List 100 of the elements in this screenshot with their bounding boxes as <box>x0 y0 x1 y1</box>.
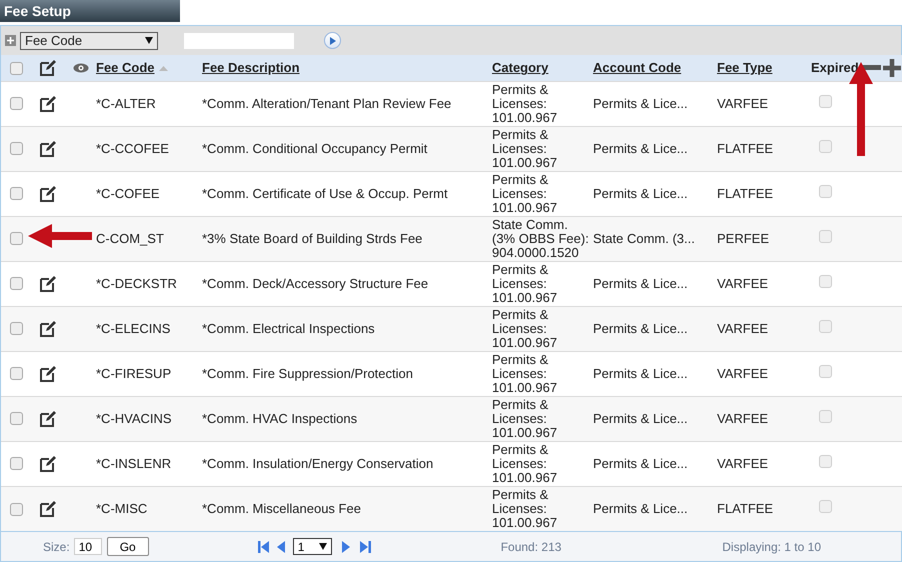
table-cell: Permits & Licenses: 101.00.967 <box>492 171 593 216</box>
expand-icon[interactable] <box>5 35 16 46</box>
row-checkbox[interactable] <box>10 502 23 516</box>
table-cell: Permits & Licenses: 101.00.967 <box>492 126 593 172</box>
go-icon[interactable] <box>324 32 341 50</box>
filter-dropdown[interactable]: Fee Code <box>20 32 158 50</box>
table-cell: PERFEE <box>717 216 801 262</box>
table-cell: *C-INSLENR <box>96 441 202 486</box>
edit-icon[interactable] <box>39 364 57 383</box>
sort-icon[interactable] <box>158 66 168 71</box>
table-cell: *C-COFEE <box>96 171 202 216</box>
panel-title: Fee Setup <box>0 0 180 22</box>
expired-checkbox[interactable] <box>819 140 832 153</box>
table-cell: FLATFEE <box>717 486 801 532</box>
last-page-icon[interactable] <box>360 540 371 553</box>
size-field[interactable]: 10 <box>74 538 102 556</box>
edit-icon[interactable] <box>39 184 57 203</box>
row-checkbox[interactable] <box>10 232 23 246</box>
table-cell: *Comm. Miscellaneous Fee <box>202 486 492 532</box>
table-cell: *Comm. Alteration/Tenant Plan Review Fee <box>202 81 492 126</box>
edit-icon[interactable] <box>39 59 57 78</box>
row-checkbox[interactable] <box>10 457 23 470</box>
first-page-icon[interactable] <box>258 540 269 553</box>
table-cell: *C-ELECINS <box>96 306 202 352</box>
table-cell: Permits & Lice... <box>593 126 717 172</box>
row-checkbox[interactable] <box>10 277 23 290</box>
column-header-link[interactable]: Fee Description <box>202 58 300 78</box>
table-cell: VARFEE <box>717 81 801 126</box>
go-button[interactable]: Go <box>106 537 149 556</box>
table-cell: C-COM_ST <box>96 216 202 262</box>
column-header-link[interactable]: Fee Code <box>96 58 155 78</box>
column-header-link[interactable]: Account Code <box>593 58 682 78</box>
edit-icon[interactable] <box>39 410 57 428</box>
expired-checkbox[interactable] <box>819 500 832 513</box>
table-cell: Permits & Lice... <box>593 171 717 216</box>
table-cell: State Comm. (3% OBBS Fee): 904.0000.1520 <box>492 216 593 262</box>
table-cell: *Comm. Electrical Inspections <box>202 306 492 352</box>
expired-checkbox[interactable] <box>819 274 832 288</box>
view-icon[interactable] <box>73 63 89 74</box>
table-cell: Permits & Licenses: 101.00.967 <box>492 351 593 396</box>
edit-icon[interactable] <box>39 500 57 518</box>
edit-icon[interactable] <box>39 140 57 158</box>
table-cell: VARFEE <box>717 396 801 442</box>
caret-icon <box>145 37 153 44</box>
table-cell: Permits & Lice... <box>593 486 717 532</box>
table-cell: Permits & Licenses: 101.00.967 <box>492 306 593 352</box>
expired-checkbox[interactable] <box>819 410 832 423</box>
size-label: Size: <box>43 538 70 556</box>
row-checkbox[interactable] <box>10 97 23 110</box>
search-field[interactable] <box>184 32 294 49</box>
edit-icon[interactable] <box>39 94 57 113</box>
caret-icon <box>318 543 327 550</box>
table-cell: VARFEE <box>717 306 801 352</box>
column-header-link[interactable]: Category <box>492 58 548 78</box>
plus-icon[interactable] <box>882 59 901 78</box>
table-cell: Permits & Lice... <box>593 441 717 486</box>
table-cell: *C-CCOFEE <box>96 126 202 172</box>
table-cell: *C-FIRESUP <box>96 351 202 396</box>
edit-icon[interactable] <box>39 320 57 338</box>
edit-icon[interactable] <box>39 454 57 473</box>
table-cell: *Comm. Fire Suppression/Protection <box>202 351 492 396</box>
table-cell: *C-ALTER <box>96 81 202 126</box>
table-cell: *3% State Board of Building Strds Fee <box>202 216 492 262</box>
previous-page-icon[interactable] <box>276 540 285 553</box>
table-cell: VARFEE <box>717 441 801 486</box>
table-cell: *Comm. Certificate of Use & Occup. Permt <box>202 171 492 216</box>
arrow-drawing <box>28 224 92 248</box>
expired-checkbox[interactable] <box>819 94 832 108</box>
table-cell: State Comm. (3... <box>593 216 717 262</box>
table-cell: Permits & Licenses: 101.00.967 <box>492 81 593 126</box>
table-cell: Permits & Licenses: 101.00.967 <box>492 441 593 486</box>
table-cell: Permits & Lice... <box>593 306 717 352</box>
expired-checkbox[interactable] <box>819 320 832 333</box>
table-cell: *Comm. Insulation/Energy Conservation <box>202 441 492 486</box>
expired-checkbox[interactable] <box>819 454 832 468</box>
table-cell: Permits & Lice... <box>593 351 717 396</box>
row-checkbox[interactable] <box>10 412 23 426</box>
table-cell: VARFEE <box>717 351 801 396</box>
table-cell: *C-MISC <box>96 486 202 532</box>
expired-checkbox[interactable] <box>819 230 832 243</box>
table-cell: FLATFEE <box>717 126 801 172</box>
row-checkbox[interactable] <box>10 367 23 380</box>
row-checkbox[interactable] <box>10 142 23 156</box>
table-cell: Permits & Lice... <box>593 81 717 126</box>
table-cell: Permits & Lice... <box>593 396 717 442</box>
table-cell: Permits & Lice... <box>593 261 717 306</box>
table-cell: Permits & Licenses: 101.00.967 <box>492 486 593 532</box>
table-cell: *C-HVACINS <box>96 396 202 442</box>
row-checkbox[interactable] <box>10 187 23 200</box>
expired-checkbox[interactable] <box>819 364 832 378</box>
row-checkbox[interactable] <box>10 322 23 336</box>
edit-icon[interactable] <box>39 274 57 293</box>
select-all-checkbox[interactable] <box>10 62 23 75</box>
column-header-link[interactable]: Fee Type <box>717 58 772 78</box>
next-page-icon[interactable] <box>342 540 350 553</box>
column-header: Expired <box>810 59 859 78</box>
expired-checkbox[interactable] <box>819 184 832 198</box>
page-dropdown[interactable]: 1 <box>292 538 332 556</box>
found-count: Found: 213 <box>500 538 562 556</box>
table-cell: FLATFEE <box>717 171 801 216</box>
